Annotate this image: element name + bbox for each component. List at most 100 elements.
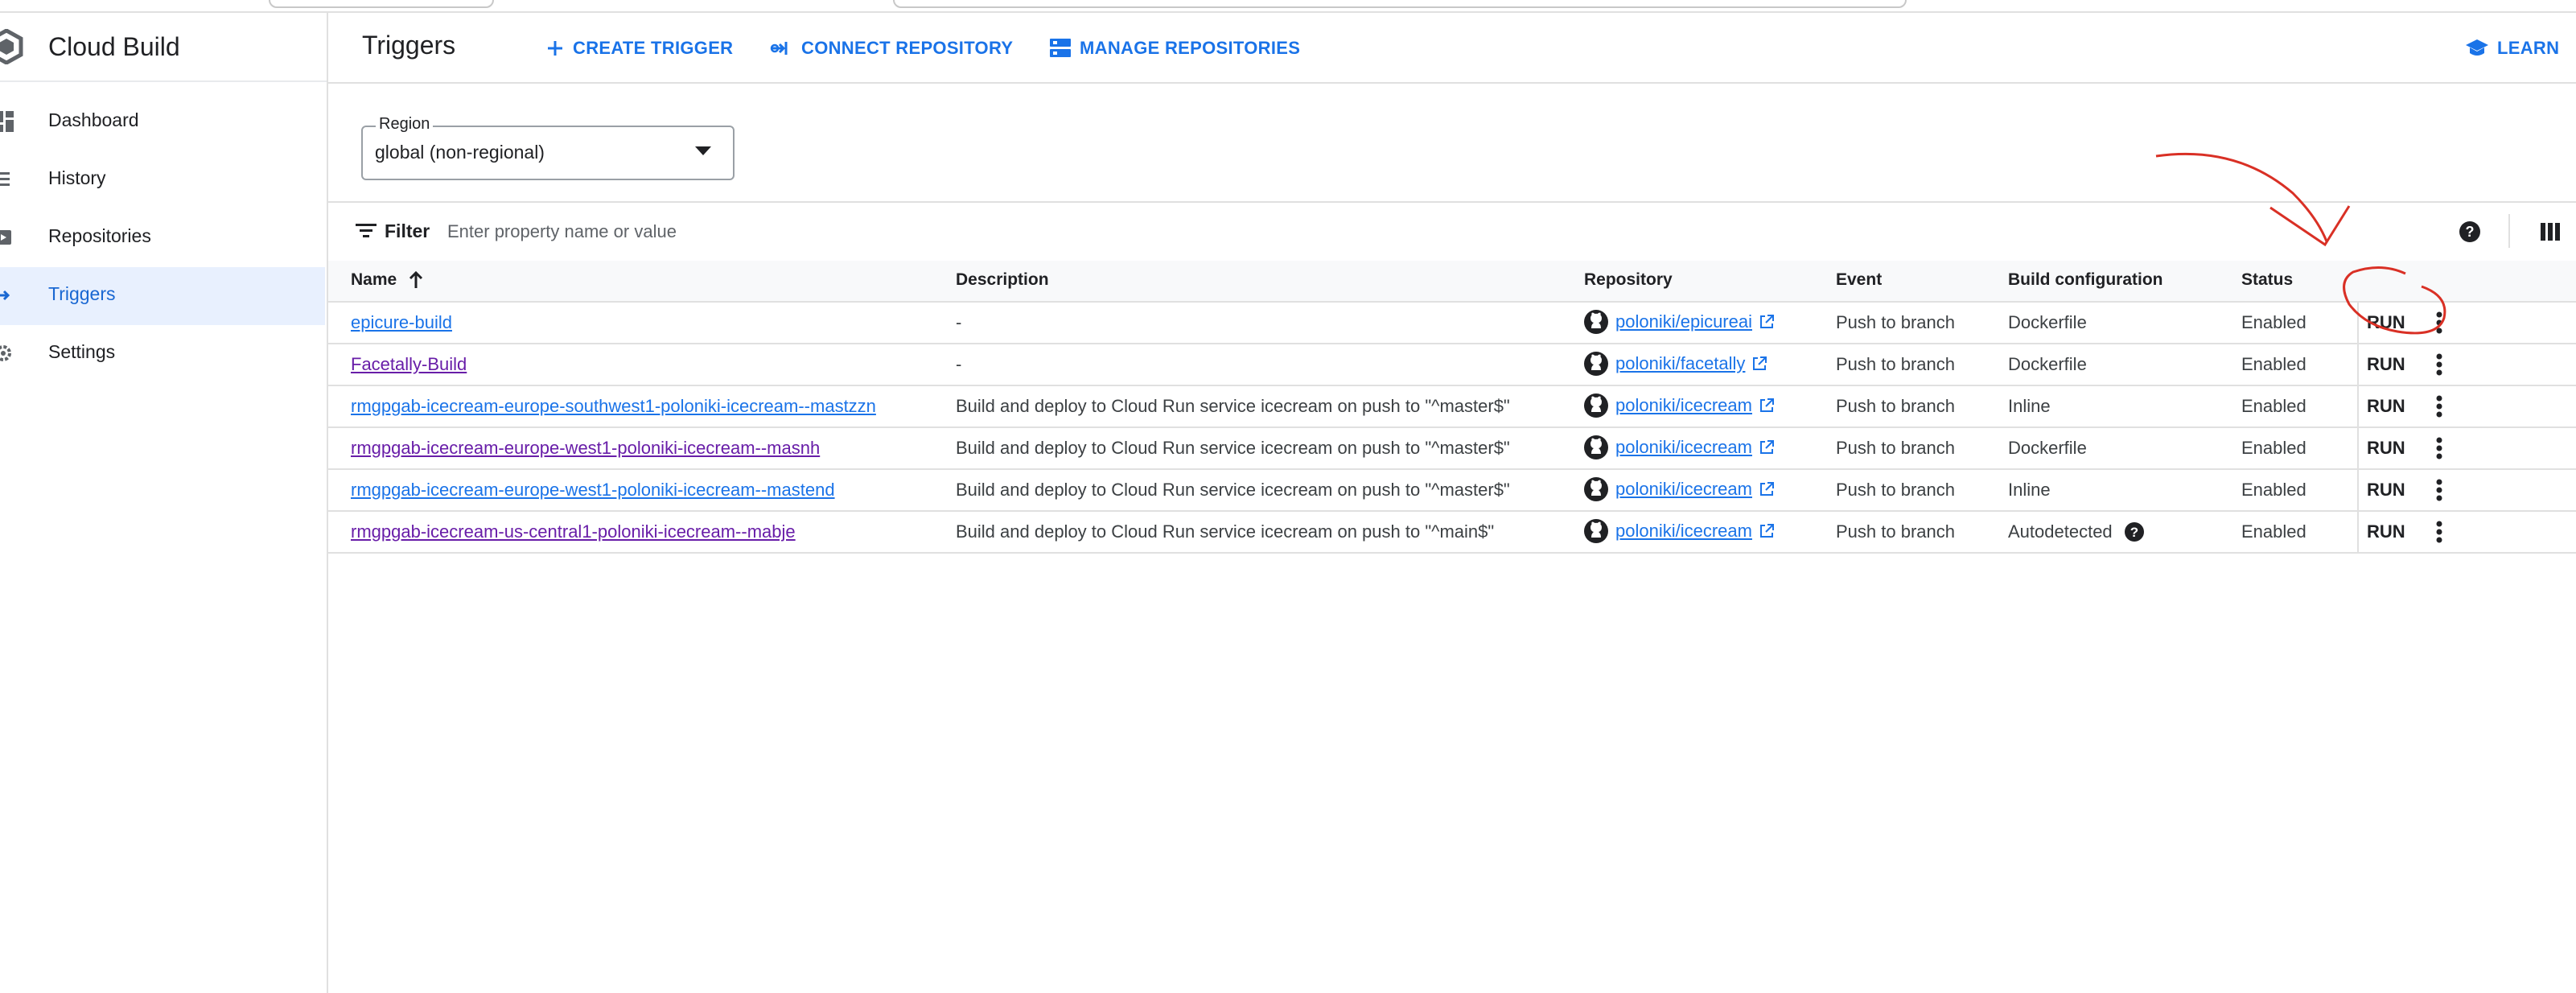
- open-in-new-icon: [1759, 398, 1774, 412]
- create-trigger-button[interactable]: CREATE TRIGGER: [545, 34, 733, 63]
- table-header: Name Description Repository Event Build …: [328, 261, 2576, 303]
- build-configuration-cell: Inline: [2008, 480, 2051, 501]
- trigger-status: Enabled: [2241, 312, 2306, 332]
- repository-cell: poloniki/facetally: [1583, 351, 1767, 377]
- run-button[interactable]: RUN: [2367, 480, 2405, 501]
- filter-input[interactable]: [446, 217, 1736, 246]
- repository-link[interactable]: poloniki/icecream: [1615, 479, 1752, 500]
- trigger-description: Build and deploy to Cloud Run service ic…: [956, 396, 1510, 416]
- build-configuration: Inline: [2008, 480, 2051, 500]
- repository-link[interactable]: poloniki/epicureai: [1615, 311, 1752, 332]
- help-icon[interactable]: ?: [2459, 220, 2481, 243]
- more-vert-icon[interactable]: [2426, 351, 2452, 378]
- sidebar-item-label: Triggers: [48, 283, 116, 304]
- column-header-repository[interactable]: Repository: [1584, 270, 1673, 290]
- table-row: rmgpgab-icecream-europe-west1-poloniki-i…: [328, 428, 2576, 470]
- run-button[interactable]: RUN: [2367, 354, 2405, 375]
- manage-repositories-label: MANAGE REPOSITORIES: [1080, 38, 1301, 58]
- sidebar-item-settings[interactable]: Settings: [0, 325, 325, 383]
- sidebar-item-repositories[interactable]: Repositories: [0, 209, 325, 267]
- region-value: global (non-regional): [375, 142, 545, 163]
- trigger-status: Enabled: [2241, 521, 2306, 542]
- trigger-name-link[interactable]: rmgpgab-icecream-europe-west1-poloniki-i…: [351, 480, 835, 501]
- help-icon[interactable]: ?: [2124, 521, 2145, 542]
- column-divider: [2357, 344, 2359, 385]
- repository-cell: poloniki/icecream: [1583, 476, 1775, 502]
- sidebar-item-label: Repositories: [48, 225, 151, 246]
- table-row: epicure-build - poloniki/epicureai Push to …: [328, 303, 2576, 344]
- trigger-description: -: [956, 312, 962, 332]
- sidebar-item-triggers[interactable]: Triggers: [0, 267, 325, 325]
- trigger-name-link[interactable]: epicure-build: [351, 312, 452, 333]
- trigger-description: -: [956, 354, 962, 374]
- build-configuration-cell: Dockerfile: [2008, 312, 2087, 333]
- create-trigger-label: CREATE TRIGGER: [573, 38, 734, 58]
- github-icon: [1584, 435, 1608, 459]
- trigger-description: Build and deploy to Cloud Run service ic…: [956, 521, 1495, 542]
- repository-icon: [0, 230, 11, 245]
- build-configuration-cell: Inline: [2008, 396, 2051, 417]
- repository-link[interactable]: poloniki/icecream: [1615, 521, 1752, 542]
- region-label: Region: [376, 115, 434, 134]
- repository-link[interactable]: poloniki/icecream: [1615, 437, 1752, 458]
- sidebar-item-dashboard[interactable]: Dashboard: [0, 93, 325, 151]
- column-header-status[interactable]: Status: [2241, 270, 2293, 290]
- filter-icon[interactable]: [356, 222, 377, 240]
- divider: [2508, 214, 2510, 248]
- page-title: Triggers: [362, 31, 456, 60]
- more-vert-icon[interactable]: [2426, 309, 2452, 336]
- column-divider: [2357, 428, 2359, 468]
- build-configuration-cell: Dockerfile: [2008, 354, 2087, 375]
- run-button[interactable]: RUN: [2367, 396, 2405, 417]
- table-row: rmgpgab-icecream-us-central1-poloniki-ic…: [328, 512, 2576, 554]
- dropdown-arrow-icon[interactable]: [695, 146, 711, 156]
- repository-cell: poloniki/epicureai: [1583, 309, 1775, 335]
- column-header-name[interactable]: Name: [351, 270, 424, 290]
- connect-repository-button[interactable]: CONNECT REPOSITORY: [769, 34, 1013, 63]
- storage-icon: [1050, 39, 1071, 57]
- build-configuration: Inline: [2008, 396, 2051, 416]
- trigger-status: Enabled: [2241, 480, 2306, 500]
- column-divider: [2357, 303, 2359, 343]
- more-vert-icon[interactable]: [2426, 518, 2452, 546]
- repository-link[interactable]: poloniki/facetally: [1615, 353, 1745, 374]
- table-body: epicure-build - poloniki/epicureai Push to …: [328, 303, 2576, 554]
- svg-text:?: ?: [2130, 525, 2138, 540]
- more-vert-icon[interactable]: [2426, 393, 2452, 420]
- more-vert-icon[interactable]: [2426, 476, 2452, 504]
- browser-tab-outline: [269, 0, 494, 8]
- more-vert-icon[interactable]: [2426, 435, 2452, 462]
- connect-icon: [770, 42, 788, 55]
- list-icon: [0, 172, 10, 186]
- repository-cell: poloniki/icecream: [1583, 518, 1775, 544]
- arrow-upward-icon: [409, 270, 423, 288]
- repository-link[interactable]: poloniki/icecream: [1615, 395, 1752, 416]
- table-row: Facetally-Build - poloniki/facetally Push t…: [328, 344, 2576, 386]
- run-button[interactable]: RUN: [2367, 438, 2405, 459]
- column-display-icon[interactable]: [2541, 222, 2560, 241]
- column-header-name-label: Name: [351, 270, 397, 289]
- build-configuration: Autodetected: [2008, 521, 2113, 542]
- trigger-name-link[interactable]: rmgpgab-icecream-europe-southwest1-polon…: [351, 396, 876, 417]
- column-header-description[interactable]: Description: [956, 270, 1049, 290]
- app-title: Cloud Build: [48, 32, 180, 61]
- sidebar-item-history[interactable]: History: [0, 151, 325, 209]
- sidebar-item-label: Settings: [48, 341, 116, 362]
- repository-cell: poloniki/icecream: [1583, 435, 1775, 460]
- manage-repositories-button[interactable]: MANAGE REPOSITORIES: [1049, 34, 1300, 63]
- trigger-name-link[interactable]: rmgpgab-icecream-us-central1-poloniki-ic…: [351, 521, 796, 542]
- run-button[interactable]: RUN: [2367, 312, 2405, 333]
- build-configuration-cell: Dockerfile: [2008, 438, 2087, 459]
- github-icon: [1584, 310, 1608, 334]
- trigger-status: Enabled: [2241, 438, 2306, 458]
- trigger-name-link[interactable]: Facetally-Build: [351, 354, 467, 375]
- learn-button[interactable]: LEARN: [2465, 34, 2559, 63]
- trigger-name-link[interactable]: rmgpgab-icecream-europe-west1-poloniki-i…: [351, 438, 820, 459]
- column-header-event[interactable]: Event: [1836, 270, 1882, 290]
- sidebar-item-label: Dashboard: [48, 109, 139, 130]
- column-header-build-configuration[interactable]: Build configuration: [2008, 270, 2162, 290]
- page-header: Triggers CREATE TRIGGER CONNECT REPOSITO…: [328, 11, 2576, 84]
- run-button[interactable]: RUN: [2367, 521, 2405, 542]
- open-in-new-icon: [1759, 524, 1774, 538]
- build-configuration: Dockerfile: [2008, 354, 2087, 374]
